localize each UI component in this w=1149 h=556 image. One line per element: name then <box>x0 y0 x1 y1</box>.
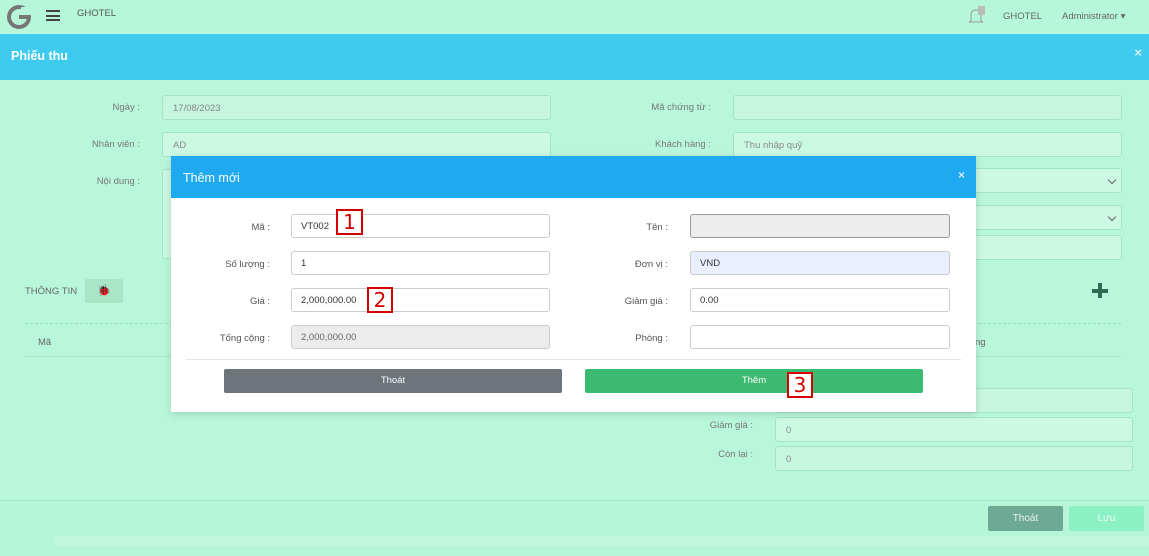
staff-label: Nhân viên : <box>91 139 140 150</box>
remaining-label: Còn lại : <box>718 449 753 460</box>
marker-1: 1 <box>336 209 363 235</box>
discount-input[interactable]: 0.00 <box>690 288 950 312</box>
exit-button[interactable]: Thoát <box>988 506 1063 531</box>
column-partial: ng <box>975 337 986 348</box>
marker-3: 3 <box>787 372 813 398</box>
add-item-modal: Thêm mới × Mã : VT002 Tên : Số lượng : 1… <box>171 156 976 412</box>
close-icon[interactable]: × <box>1134 45 1142 60</box>
content-label: Nội dung : <box>96 176 140 187</box>
staff-field[interactable]: AD <box>162 132 551 157</box>
total-label: Tổng cộng : <box>219 333 270 344</box>
remaining-field[interactable]: 0 <box>775 446 1133 471</box>
page-header: Phiếu thu × <box>0 34 1149 80</box>
customer-label: Khách hàng : <box>655 139 711 150</box>
hamburger-menu-icon[interactable] <box>46 10 60 21</box>
footer-strip <box>55 536 1149 546</box>
modal-title: Thêm mới <box>183 171 240 185</box>
column-code: Mã <box>38 337 52 348</box>
discount-total-label: Giảm giá : <box>709 420 753 431</box>
unit-label: Đơn vị : <box>634 259 668 270</box>
quantity-input[interactable]: 1 <box>291 251 550 275</box>
hotel-name[interactable]: GHOTEL <box>1003 11 1042 22</box>
discount-label: Giảm giá : <box>624 296 668 307</box>
total-input[interactable]: 2,000,000.00 <box>291 325 550 349</box>
voucher-code-label: Mã chứng từ : <box>651 102 711 113</box>
name-input[interactable] <box>690 214 950 238</box>
footer-bar <box>0 500 1149 556</box>
modal-exit-button[interactable]: Thoát <box>224 369 562 393</box>
date-field[interactable]: 17/08/2023 <box>162 95 551 120</box>
room-label: Phòng : <box>635 333 668 344</box>
customer-field[interactable]: Thu nhập quỹ <box>733 132 1122 157</box>
name-label: Tên : <box>646 222 668 233</box>
code-label: Mã : <box>251 222 270 233</box>
brand-name: GHOTEL <box>77 8 117 19</box>
marker-2: 2 <box>367 287 393 313</box>
user-menu[interactable]: Administrator ▾ <box>1062 11 1125 22</box>
add-row-icon[interactable] <box>1090 281 1110 301</box>
modal-add-button[interactable]: Thêm <box>585 369 923 393</box>
modal-header: Thêm mới × <box>171 156 976 198</box>
unit-input[interactable]: VND <box>690 251 950 275</box>
quantity-label: Số lượng : <box>225 259 270 270</box>
price-input[interactable]: 2,000,000.00 <box>291 288 550 312</box>
section-title: THÔNG TIN <box>25 286 78 297</box>
top-bar: GHOTEL GHOTEL Administrator ▾ <box>0 0 1149 34</box>
page-title: Phiếu thu <box>11 49 68 63</box>
modal-divider <box>186 359 961 360</box>
ghotel-logo[interactable] <box>7 5 31 29</box>
discount-total-field[interactable]: 0 <box>775 417 1133 442</box>
date-label: Ngày : <box>112 102 140 113</box>
bell-icon[interactable] <box>968 6 986 26</box>
room-input[interactable] <box>690 325 950 349</box>
voucher-code-field[interactable] <box>733 95 1122 120</box>
bug-icon[interactable]: 🐞 <box>85 279 123 303</box>
code-input[interactable]: VT002 <box>291 214 550 238</box>
modal-close-icon[interactable]: × <box>958 168 965 182</box>
price-label: Giá : <box>249 296 270 307</box>
save-button[interactable]: Lưu <box>1069 506 1144 531</box>
